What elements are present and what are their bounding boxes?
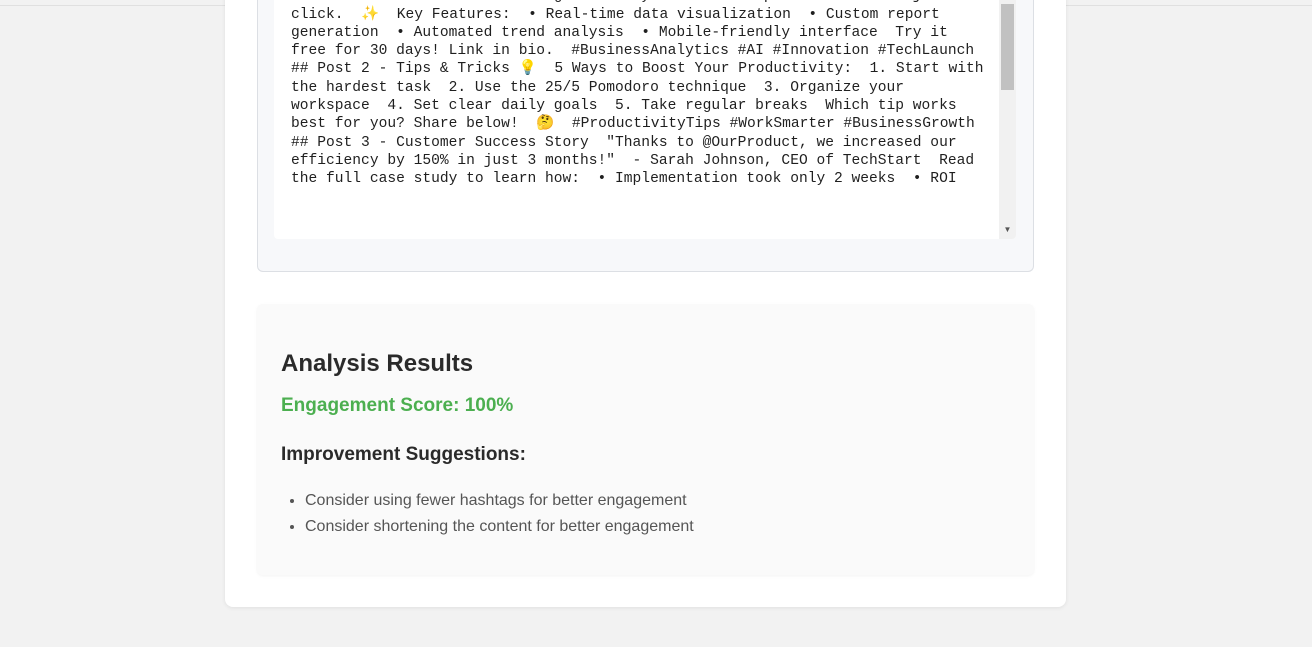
post-content-text[interactable]: 🎉 Big News: We're thrilled to introduce …: [291, 0, 991, 189]
suggestions-title: Improvement Suggestions:: [281, 444, 526, 465]
textarea-scrollbar[interactable]: ▼: [999, 0, 1016, 239]
post-content-textarea[interactable]: 🎉 Big News: We're thrilled to introduce …: [274, 0, 1016, 239]
suggestion-item: Consider shortening the content for bett…: [305, 514, 694, 540]
results-title: Analysis Results: [281, 350, 474, 377]
post-editor-panel: 🎉 Big News: We're thrilled to introduce …: [257, 0, 1034, 272]
scroll-down-arrow-icon[interactable]: ▼: [999, 223, 1016, 237]
main-card: 🎉 Big News: We're thrilled to introduce …: [225, 0, 1066, 607]
suggestions-list: Consider using fewer hashtags for better…: [281, 488, 694, 540]
engagement-score: Engagement Score: 100%: [281, 395, 514, 416]
suggestion-item: Consider using fewer hashtags for better…: [305, 488, 694, 514]
scrollbar-thumb[interactable]: [1001, 4, 1014, 90]
analysis-results-card: Analysis Results Engagement Score: 100% …: [257, 304, 1034, 575]
